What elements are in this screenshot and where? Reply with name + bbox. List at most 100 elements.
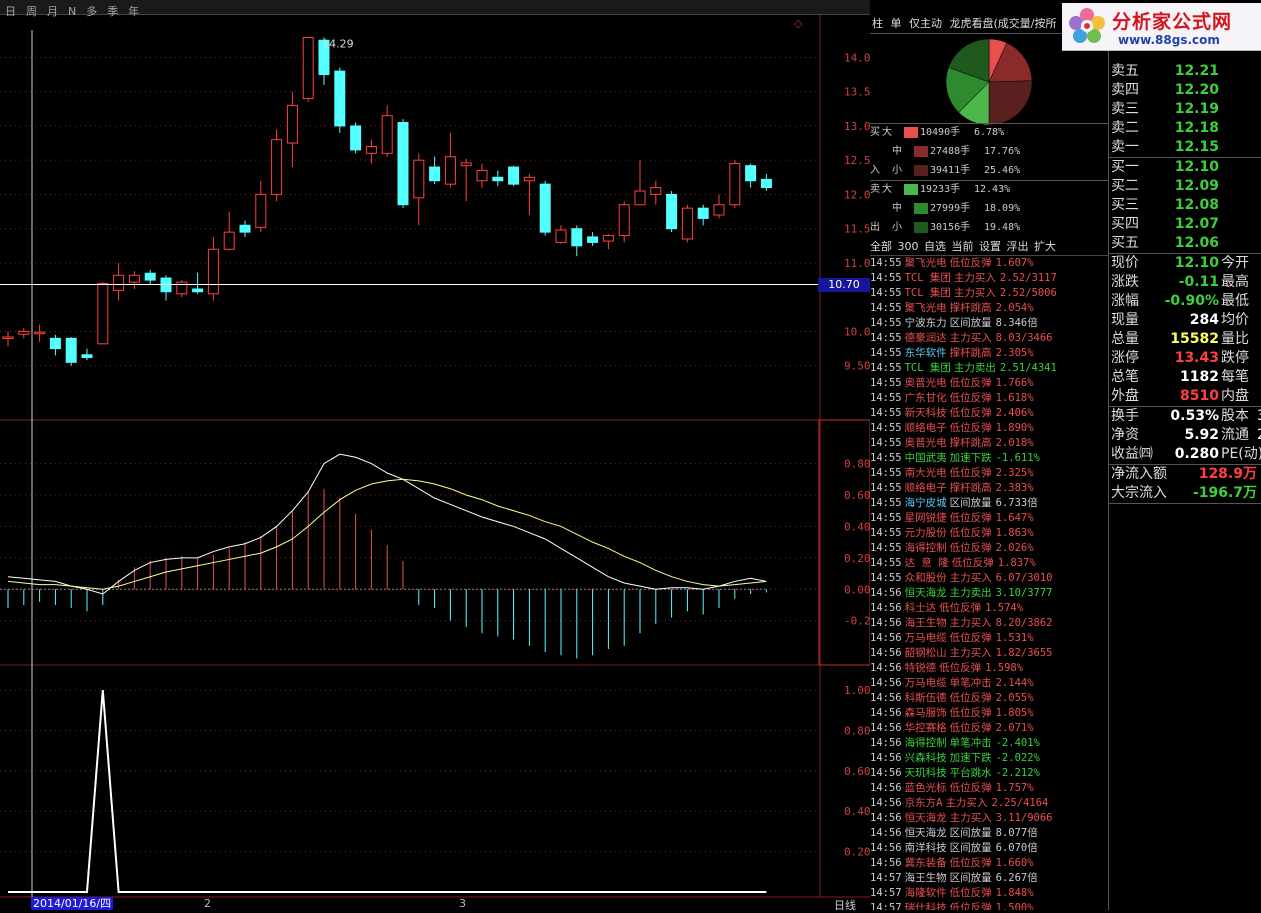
radar-row[interactable]: 14:56 森马服饰 低位反弹 1.805% [870,706,1108,721]
radar-event: 主力买入 [953,287,996,299]
tab-single[interactable]: 单 [889,17,904,30]
radar-value: 2.51/4341 [999,362,1057,374]
radar-row[interactable]: 14:55 海宁皮城 区间放量 6.733倍 [870,496,1108,511]
radar-value: 2.325% [995,467,1034,479]
radar-value: 2.144% [995,677,1034,689]
radar-row[interactable]: 14:55 TCL 集团 主力卖出 2.51/4341 [870,361,1108,376]
radar-row[interactable]: 14:56 天玑科技 平台跳水 -2.212% [870,766,1108,781]
radar-row[interactable]: 14:56 特锐德 低位反弹 1.598% [870,661,1108,676]
radar-event: 单笔冲击 [949,737,992,749]
flow-color-swatch [914,145,928,157]
radar-value: 1.598% [985,662,1024,674]
candle-body [492,176,504,182]
radar-row[interactable]: 14:55 聚飞光电 低位反弹 1.607% [870,256,1108,271]
candle-body [176,281,188,295]
radar-row[interactable]: 14:56 科斯伍德 低位反弹 2.055% [870,691,1108,706]
radar-row[interactable]: 14:55 达 意 隆低位反弹 1.837% [870,556,1108,571]
radar-event: 撑杆跳高 [949,482,992,494]
radar-row[interactable]: 14:55 星网锐捷 低位反弹 1.647% [870,511,1108,526]
radar-row[interactable]: 14:56 海得控制 单笔冲击 -2.401% [870,736,1108,751]
radar-row[interactable]: 14:55 聚飞光电 撑杆跳高 2.054% [870,301,1108,316]
divider [870,180,1108,181]
radar-row[interactable]: 14:56 海王生物 主力买入 8.20/3862 [870,616,1108,631]
radar-row[interactable]: 14:56 蓝色光标 低位反弹 1.757% [870,781,1108,796]
radar-row[interactable]: 14:56 科士达 低位反弹 1.574% [870,601,1108,616]
radar-event: 区间放量 [949,872,992,884]
radar-settings-button[interactable]: 设置 [979,240,1001,253]
radar-row[interactable]: 14:57 海隆软件 低位反弹 1.848% [870,886,1108,901]
radar-time: 14:57 [870,902,902,910]
flow-row-buy: 买大 10490手 6.78% [870,124,1004,142]
bid-row: 买五 12.06 [1111,234,1219,253]
radar-value: 2.018% [995,437,1034,449]
radar-stock-name: 森马服饰 [904,707,947,719]
radar-value: 2.026% [995,542,1034,554]
quote-label: 现量 [1111,312,1139,328]
radar-float-button[interactable]: 浮出 [1007,240,1029,253]
radar-row[interactable]: 14:56 恒天海龙 区间放量 8.077倍 [870,826,1108,841]
candle-body [587,236,599,243]
ask-row: 卖四 12.20 [1111,81,1219,100]
radar-row[interactable]: 14:55 元力股份 低位反弹 1.863% [870,526,1108,541]
tab-active-only[interactable]: 仅主动 [907,17,944,30]
radar-row[interactable]: 14:57 海王生物 区间放量 6.267倍 [870,871,1108,886]
radar-row[interactable]: 14:55 TCL 集团 主力买入 2.52/5006 [870,286,1108,301]
radar-all-button[interactable]: 全部 [870,240,892,253]
radar-row[interactable]: 14:55 奥普光电 撑杆跳高 2.018% [870,436,1108,451]
radar-expand-button[interactable]: 扩大 [1034,240,1056,253]
radar-row[interactable]: 14:55 众和股份 主力买入 6.07/3010 [870,571,1108,586]
radar-stock-name: 兴森科技 [904,752,947,764]
radar-row[interactable]: 14:55 宁波东力 区间放量 8.346倍 [870,316,1108,331]
quote-value: 0.280 [1174,446,1219,462]
radar-row[interactable]: 14:55 东华软件 撑杆跳高 2.305% [870,346,1108,361]
radar-stock-name: 顺络电子 [904,422,947,434]
radar-event: 低位反弹 [951,557,994,569]
radar-row[interactable]: 14:55 海得控制 低位反弹 2.026% [870,541,1108,556]
radar-row[interactable]: 14:56 兴森科技 加速下跌 -2.022% [870,751,1108,766]
radar-time: 14:56 [870,617,902,629]
radar-stock-name: 聚飞光电 [904,257,947,269]
ask-row: 卖二 12.18 [1111,119,1219,138]
quote-label-2: 最高 [1221,274,1249,290]
radar-row[interactable]: 14:55 中国武夷 加速下跌 -1.611% [870,451,1108,466]
radar-row[interactable]: 14:56 恒天海龙 主力卖出 3.10/3777 [870,586,1108,601]
radar-row[interactable]: 14:55 顺络电子 低位反弹 1.890% [870,421,1108,436]
radar-row[interactable]: 14:55 南大光电 低位反弹 2.325% [870,466,1108,481]
quote-label-2: 流通 [1221,427,1249,443]
macd-axis-label: 0.00 [844,583,870,596]
tab-dragon-tiger[interactable]: 龙虎看盘(成交量/按所 [948,17,1059,30]
radar-row[interactable]: 14:56 华控赛格 低位反弹 2.071% [870,721,1108,736]
radar-event: 单笔冲击 [949,677,992,689]
radar-row[interactable]: 14:55 新天科技 低位反弹 2.406% [870,406,1108,421]
radar-row[interactable]: 14:56 恒天海龙 主力买入 3.11/9066 [870,811,1108,826]
quote-label-2: 量比 [1221,331,1249,347]
quote-label: 净资 [1111,427,1139,443]
price-axis-label: 13.00 [844,120,870,133]
radar-time: 14:55 [870,557,902,569]
radar-event: 加速下跌 [949,452,992,464]
radar-value: 2.52/5006 [999,287,1057,299]
radar-row[interactable]: 14:56 韶钢松山 主力买入 1.82/3655 [870,646,1108,661]
radar-row[interactable]: 14:56 万马电缆 单笔冲击 2.144% [870,676,1108,691]
radar-row[interactable]: 14:57 瑞仕科技 低位反弹 1.500% [870,901,1108,910]
radar-value: 1.500% [995,902,1034,910]
radar-stock-name: 恒天海龙 [904,587,947,599]
radar-row[interactable]: 14:55 TCL 集团 主力买入 2.52/3117 [870,271,1108,286]
radar-row[interactable]: 14:55 德豪润达 主力买入 8.03/3466 [870,331,1108,346]
radar-row[interactable]: 14:55 顺络电子 撑杆跳高 2.383% [870,481,1108,496]
radar-row[interactable]: 14:56 万马电缆 低位反弹 1.531% [870,631,1108,646]
radar-time: 14:55 [870,332,902,344]
flow-side-label: 买 [870,127,880,138]
radar-time: 14:56 [870,632,902,644]
radar-row[interactable]: 14:56 京东方A 主力买入 2.25/4164 [870,796,1108,811]
radar-current-button[interactable]: 当前 [952,240,974,253]
flow-size-label: 中 [892,146,902,157]
radar-row[interactable]: 14:55 广东甘化 低位反弹 1.618% [870,391,1108,406]
radar-row[interactable]: 14:55 奥普光电 低位反弹 1.766% [870,376,1108,391]
radar-300-button[interactable]: 300 [898,240,919,253]
radar-watchlist-button[interactable]: 自选 [924,240,946,253]
tab-bar[interactable]: 柱 [870,17,885,30]
radar-row[interactable]: 14:56 南洋科技 区间放量 6.070倍 [870,841,1108,856]
price-axis-label: 9.50 [844,360,870,373]
radar-row[interactable]: 14:56 冀东装备 低位反弹 1.660% [870,856,1108,871]
